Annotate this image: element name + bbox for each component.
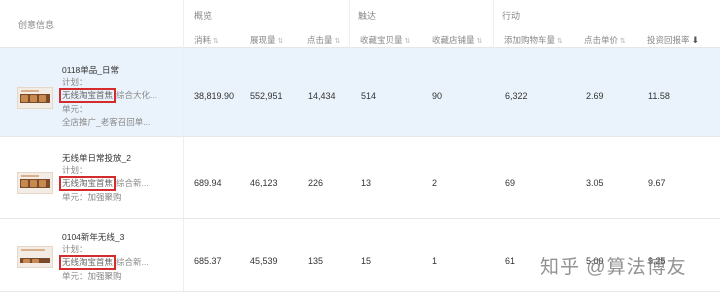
cell-roi: 11.58: [648, 91, 670, 101]
table-header: 创意信息 概览 触达 行动 消耗 ⇅ 展现量 ⇅ 点击量 ⇅ 收藏宝贝量 ⇅ 收藏店铺量…: [0, 0, 720, 48]
creative-info: 0104新年无线_3 计划： 无线淘宝首焦 综合新... 单元：加强聚购: [59, 231, 149, 283]
report-table: 创意信息 概览 触达 行动 消耗 ⇅ 展现量 ⇅ 点击量 ⇅ 收藏宝贝量 ⇅ 收藏店铺量…: [0, 0, 720, 292]
col-header-item-favorites[interactable]: 收藏宝贝量 ⇅: [360, 34, 410, 46]
group-divider: [493, 0, 494, 48]
unit-name: 全店推广_老客召回单...: [62, 116, 151, 127]
col-header-cpc[interactable]: 点击单价 ⇅: [584, 34, 626, 46]
creative-cell: 0104新年无线_3 计划： 无线淘宝首焦 综合新... 单元：加强聚购: [0, 219, 184, 291]
col-header-shop-favorites[interactable]: 收藏店铺量 ⇅: [432, 34, 482, 46]
watermark: 知乎 @算法博友: [540, 257, 687, 278]
plan-label: 计划：: [62, 77, 88, 88]
group-action: 行动: [502, 11, 521, 21]
creative-info: 无线单日常投放_2 计划： 无线淘宝首焦 综合新... 单元：加强聚购: [59, 152, 149, 204]
creative-thumbnail[interactable]: [17, 87, 53, 109]
creative-cell: 无线单日常投放_2 计划： 无线淘宝首焦 综合新... 单元：加强聚购: [0, 137, 184, 218]
col-header-roi[interactable]: 投资回报率 ⬇: [647, 34, 699, 46]
sort-icon[interactable]: ⇅: [335, 38, 341, 45]
group-reach: 触达: [358, 11, 377, 21]
creative-name[interactable]: 0104新年无线_3: [62, 231, 149, 243]
cell-cost: 689.94: [194, 178, 222, 188]
col-header-add-to-cart[interactable]: 添加购物车量 ⇅: [504, 34, 563, 46]
plan-label: 计划：: [62, 244, 88, 255]
sort-icon[interactable]: ⇅: [477, 38, 483, 45]
cell-cost: 685.37: [194, 256, 222, 266]
cell-add-to-cart: 61: [505, 256, 516, 266]
unit-label: 单元：加强聚购: [62, 192, 122, 203]
cell-add-to-cart: 6,322: [505, 91, 528, 101]
creative-thumbnail[interactable]: [17, 172, 53, 194]
unit-label: 单元：加强聚购: [62, 271, 122, 282]
sort-icon[interactable]: ⇅: [557, 38, 563, 45]
cell-item-favorites: 15: [361, 256, 372, 266]
cell-shop-favorites: 2: [432, 178, 438, 188]
cell-clicks: 135: [308, 256, 324, 266]
col-header-impressions[interactable]: 展现量 ⇅: [250, 34, 283, 46]
sort-desc-icon[interactable]: ⬇: [692, 35, 700, 45]
cell-cpc: 2.69: [586, 91, 604, 101]
unit-label: 单元：: [62, 104, 88, 115]
group-overview: 概览: [194, 11, 213, 21]
cell-cost: 38,819.90: [194, 91, 235, 101]
plan-name: 综合大化...: [116, 90, 158, 101]
cell-roi: 9.67: [648, 178, 666, 188]
cell-item-favorites: 514: [361, 91, 377, 101]
cell-clicks: 226: [308, 178, 324, 188]
cell-add-to-cart: 69: [505, 178, 516, 188]
cell-impressions: 46,123: [250, 178, 278, 188]
cell-item-favorites: 13: [361, 178, 372, 188]
cell-impressions: 45,539: [250, 256, 278, 266]
cell-shop-favorites: 1: [432, 256, 438, 266]
sort-icon[interactable]: ⇅: [278, 38, 284, 45]
cell-cpc: 3.05: [586, 178, 604, 188]
table-row[interactable]: 0118单品_日常 计划： 无线淘宝首焦 综合大化... 单元： 全店推广_老客召…: [0, 48, 720, 137]
creative-header-label: 创意信息: [18, 20, 55, 30]
placement-tag: 无线淘宝首焦: [59, 176, 117, 192]
cell-shop-favorites: 90: [432, 91, 443, 101]
creative-cell: 0118单品_日常 计划： 无线淘宝首焦 综合大化... 单元： 全店推广_老客召…: [0, 48, 184, 136]
sort-icon[interactable]: ⇅: [620, 38, 626, 45]
col-header-clicks[interactable]: 点击量 ⇅: [307, 34, 340, 46]
cell-impressions: 552,951: [250, 91, 283, 101]
sort-icon[interactable]: ⇅: [405, 38, 411, 45]
creative-info: 0118单品_日常 计划： 无线淘宝首焦 综合大化... 单元： 全店推广_老客召…: [59, 64, 158, 128]
creative-thumbnail[interactable]: [17, 246, 53, 268]
plan-label: 计划：: [62, 165, 88, 176]
table-row[interactable]: 无线单日常投放_2 计划： 无线淘宝首焦 综合新... 单元：加强聚购 689.9…: [0, 137, 720, 219]
creative-header: 创意信息: [0, 0, 184, 48]
placement-tag: 无线淘宝首焦: [59, 255, 117, 271]
placement-tag: 无线淘宝首焦: [59, 88, 117, 104]
group-divider: [349, 0, 350, 48]
creative-name[interactable]: 0118单品_日常: [62, 64, 157, 76]
sort-icon[interactable]: ⇅: [213, 38, 219, 45]
col-header-cost[interactable]: 消耗 ⇅: [194, 34, 219, 46]
plan-name: 综合新...: [116, 257, 149, 268]
creative-name[interactable]: 无线单日常投放_2: [62, 152, 149, 164]
plan-name: 综合新...: [116, 178, 149, 189]
cell-clicks: 14,434: [308, 91, 336, 101]
